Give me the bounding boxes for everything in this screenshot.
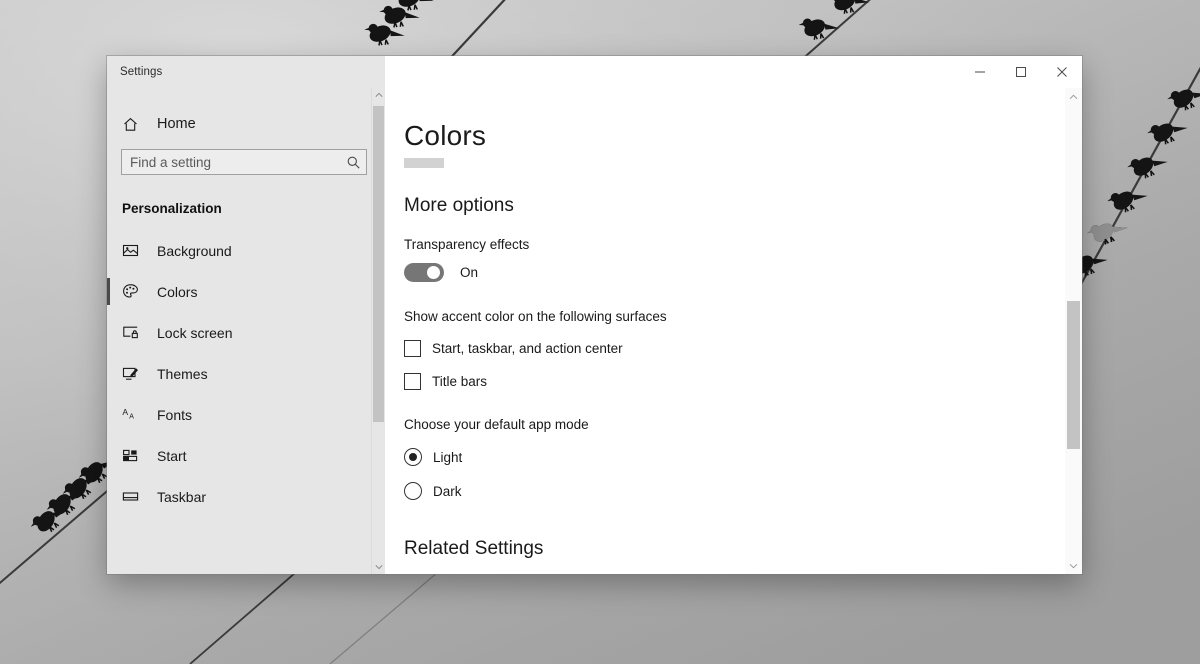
sidebar-item-label: Background [157, 242, 232, 259]
home-icon [122, 116, 152, 133]
minimize-button[interactable] [959, 56, 1000, 88]
sidebar-home-label: Home [157, 116, 196, 132]
radio-label: Light [433, 449, 463, 465]
checkbox-title-bars[interactable] [404, 373, 421, 391]
sidebar-item-label: Fonts [157, 406, 193, 423]
radio-row-light[interactable]: Light [404, 448, 1065, 467]
close-icon [1056, 67, 1067, 77]
content-scroll-up-button[interactable] [1065, 88, 1082, 105]
desktop-wallpaper: Settings Home Find a setting Personaliza… [0, 0, 1200, 664]
sidebar-item-label: Taskbar [157, 488, 207, 505]
chevron-up-icon [1069, 94, 1078, 99]
checkbox-label: Start, taskbar, and action center [432, 341, 623, 357]
more-options-heading: More options [404, 195, 514, 217]
sidebar-scroll-up-button[interactable] [372, 88, 385, 102]
sidebar-item-background[interactable]: Background [107, 230, 385, 271]
radio-dark[interactable] [404, 482, 422, 501]
start-icon [122, 447, 152, 464]
transparency-effects-row: On [404, 263, 1065, 283]
maximize-icon [1015, 67, 1026, 77]
page-title: Colors [404, 120, 487, 151]
sidebar-item-start[interactable]: Start [107, 435, 385, 476]
color-preview-placeholder [404, 158, 444, 169]
settings-window: Settings Home Find a setting Personaliza… [107, 56, 1082, 574]
sidebar-item-home[interactable]: Home [107, 105, 385, 143]
title-bar-left: Settings [107, 56, 385, 88]
sidebar-item-label: Themes [157, 365, 208, 382]
app-mode-label: Choose your default app mode [404, 417, 589, 433]
transparency-effects-label: Transparency effects [404, 237, 530, 253]
sidebar-item-themes[interactable]: Themes [107, 353, 385, 394]
lock-screen-icon [122, 324, 152, 341]
picture-icon [122, 242, 152, 259]
search-icon [347, 156, 360, 169]
sidebar-item-label: Colors [157, 283, 198, 300]
checkbox-row-title-bars[interactable]: Title bars [404, 373, 1065, 391]
sidebar-item-fonts[interactable]: A A Fonts [107, 394, 385, 435]
chevron-down-icon [1069, 563, 1078, 568]
sidebar-item-taskbar[interactable]: Taskbar [107, 476, 385, 517]
sidebar-item-label: Lock screen [157, 324, 233, 341]
sidebar-item-label: Start [157, 447, 187, 464]
content-scrollbar[interactable] [1065, 88, 1082, 574]
sidebar-section-title: Personalization [122, 201, 222, 216]
checkbox-start-taskbar-action-center[interactable] [404, 340, 421, 358]
sidebar: Home Personalization [107, 88, 385, 574]
transparency-effects-state: On [460, 265, 479, 281]
content-inner: Colors More options Transparency effects… [385, 88, 1065, 574]
sidebar-item-colors[interactable]: Colors [107, 271, 385, 312]
search-input[interactable] [122, 150, 340, 174]
radio-light[interactable] [404, 448, 422, 467]
content-scroll-track[interactable] [1065, 105, 1082, 557]
content-scroll-thumb[interactable] [1067, 301, 1080, 449]
sidebar-scroll-down-button[interactable] [372, 560, 385, 574]
taskbar-icon [122, 488, 152, 505]
checkbox-row-start-taskbar-action-center[interactable]: Start, taskbar, and action center [404, 340, 1065, 358]
palette-icon [122, 283, 152, 300]
sidebar-item-lock-screen[interactable]: Lock screen [107, 312, 385, 353]
window-title: Settings [120, 66, 163, 78]
themes-icon [122, 365, 152, 382]
radio-label: Dark [433, 483, 462, 499]
search-box[interactable] [121, 149, 367, 175]
chevron-down-icon [374, 565, 383, 570]
sidebar-nav-list: Background Colors Lock screen Themes A A… [107, 230, 385, 574]
svg-text:A: A [122, 407, 128, 417]
close-button[interactable] [1041, 56, 1082, 88]
search-button[interactable] [340, 155, 366, 170]
title-bar-drag-area[interactable] [385, 56, 959, 88]
sidebar-scroll-thumb[interactable] [373, 106, 384, 422]
maximize-button[interactable] [1000, 56, 1041, 88]
sidebar-scroll-track[interactable] [372, 102, 385, 560]
related-settings-heading: Related Settings [404, 538, 544, 560]
content-scroll-down-button[interactable] [1065, 557, 1082, 574]
title-bar[interactable]: Settings [107, 56, 1082, 88]
radio-row-dark[interactable]: Dark [404, 482, 1065, 501]
minimize-icon [974, 71, 985, 73]
accent-surfaces-label: Show accent color on the following surfa… [404, 309, 667, 325]
toggle-knob [427, 266, 440, 280]
chevron-up-icon [374, 92, 383, 97]
window-controls [959, 56, 1082, 88]
fonts-icon: A A [122, 406, 152, 423]
checkbox-label: Title bars [432, 374, 488, 390]
svg-text:A: A [129, 414, 134, 421]
window-body: Home Personalization [107, 88, 1082, 574]
sidebar-scrollbar[interactable] [371, 88, 385, 574]
transparency-effects-toggle[interactable] [404, 263, 444, 283]
content-pane: Colors More options Transparency effects… [385, 88, 1082, 574]
